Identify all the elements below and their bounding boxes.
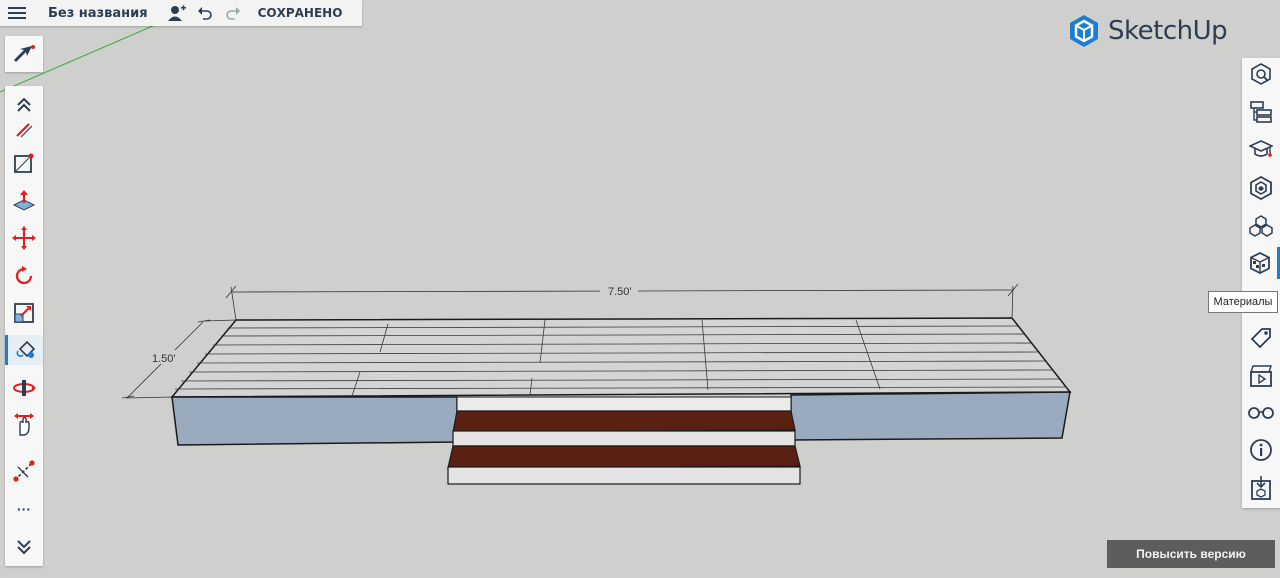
pan-icon[interactable] (5, 410, 43, 440)
select-arrow-icon (14, 45, 35, 62)
expand-down-icon[interactable] (5, 532, 43, 562)
more-icon[interactable]: ··· (5, 494, 43, 524)
stair-back-riser (456, 396, 792, 412)
export-icon[interactable] (1242, 472, 1280, 504)
select-tool-button[interactable] (5, 36, 43, 72)
model-canvas[interactable]: 7.50' 1.50' (0, 0, 1280, 573)
menu-icon[interactable] (0, 0, 34, 26)
saved-status: СОХРАНЕНО (257, 6, 343, 20)
3d-viewport[interactable]: 7.50' 1.50' (0, 0, 1280, 573)
deck-front-right[interactable] (790, 391, 1071, 441)
orbit-icon[interactable] (5, 373, 43, 403)
entity-info-icon[interactable] (1242, 58, 1280, 90)
materials-icon[interactable] (1242, 247, 1280, 279)
deck-top-surface[interactable] (170, 317, 1072, 398)
rotate-icon[interactable] (5, 261, 43, 291)
tags-icon[interactable] (1242, 322, 1280, 354)
solids-icon[interactable] (1242, 210, 1280, 242)
add-user-icon[interactable] (166, 0, 188, 26)
instructor-icon[interactable] (1242, 134, 1280, 166)
pencil-icon[interactable] (5, 114, 43, 144)
deck-front-left[interactable] (171, 396, 458, 446)
info-icon[interactable] (1242, 434, 1280, 466)
rectangle-icon[interactable] (5, 148, 43, 178)
undo-icon[interactable] (194, 0, 216, 26)
stair-riser-upper (452, 430, 796, 447)
materials-tooltip: Материалы (1208, 291, 1278, 313)
top-bar: Без названия СОХРАНЕНО (0, 0, 362, 26)
right-panel (1242, 58, 1280, 508)
sketchup-logo: SketchUp (1068, 14, 1228, 48)
document-title[interactable]: Без названия (48, 6, 148, 21)
dimension-length-label: 7.50' (608, 286, 632, 298)
upgrade-button[interactable]: Повысить версию (1107, 540, 1275, 568)
push-pull-icon[interactable] (5, 186, 43, 216)
display-icon[interactable] (1242, 396, 1280, 428)
stair-tread-lower[interactable] (447, 445, 801, 469)
sketchup-logo-icon (1070, 15, 1098, 47)
scenes-icon[interactable] (1242, 360, 1280, 392)
tape-measure-icon[interactable] (5, 456, 43, 486)
scale-icon[interactable] (5, 298, 43, 328)
components-icon[interactable] (1242, 172, 1280, 204)
stair-tread-upper[interactable] (452, 410, 796, 433)
dimension-width-label: 1.50' (152, 353, 176, 365)
redo-icon[interactable] (222, 0, 244, 26)
logo-wordmark: SketchUp (1108, 16, 1228, 46)
stair-riser-lower (447, 466, 801, 485)
left-toolbar: ··· (5, 86, 43, 566)
paint-bucket-icon[interactable] (5, 335, 43, 365)
outliner-icon[interactable] (1242, 96, 1280, 128)
move-icon[interactable] (5, 223, 43, 253)
